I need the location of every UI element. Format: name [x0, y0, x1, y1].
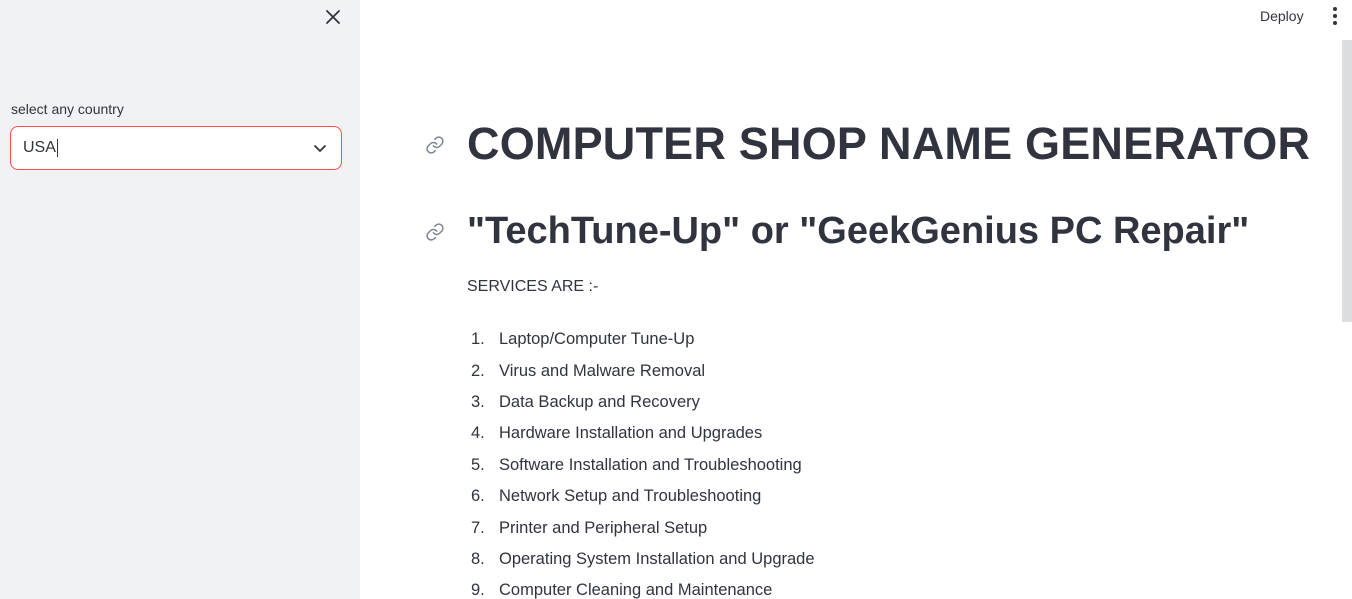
link-icon: [426, 223, 444, 241]
list-item: 7. Printer and Peripheral Setup: [471, 518, 708, 537]
more-vertical-icon: [1333, 7, 1337, 11]
title-anchor-link[interactable]: [423, 133, 447, 157]
services-heading: SERVICES ARE :-: [467, 278, 599, 295]
services-list: 1. Laptop/Computer Tune-Up 2. Virus and Ma…: [467, 324, 815, 599]
link-icon: [426, 136, 444, 154]
close-sidebar-button[interactable]: [321, 5, 345, 29]
list-item: 2. Virus and Malware Removal: [471, 361, 706, 380]
main-menu-button[interactable]: [1325, 5, 1345, 27]
sidebar: select any country USA: [0, 0, 360, 599]
country-select[interactable]: USA: [10, 126, 342, 170]
deploy-button[interactable]: Deploy: [1256, 6, 1308, 26]
main-content: Deploy COMPUTER SHOP NAME GENERATOR "Tec…: [360, 0, 1352, 599]
country-select-value[interactable]: USA: [23, 139, 58, 157]
list-item: 1. Laptop/Computer Tune-Up: [471, 330, 695, 349]
page-subtitle: "TechTune-Up" or "GeekGenius PC Repair": [467, 210, 1250, 252]
list-item: 3. Data Backup and Recovery: [471, 392, 700, 411]
list-item: 4. Hardware Installation and Upgrades: [471, 424, 763, 443]
list-item: 5. Software Installation and Troubleshoot…: [471, 455, 802, 474]
scrollbar[interactable]: [1342, 40, 1352, 322]
subtitle-anchor-link[interactable]: [423, 220, 447, 244]
chevron-down-icon[interactable]: [311, 139, 329, 157]
close-icon: [326, 10, 340, 24]
list-item: 9. Computer Cleaning and Maintenance: [471, 581, 773, 599]
page-title: COMPUTER SHOP NAME GENERATOR: [467, 118, 1311, 169]
list-item: 6. Network Setup and Troubleshooting: [471, 487, 762, 506]
list-item: 8. Operating System Installation and Upgr…: [471, 549, 815, 568]
country-select-label: select any country: [11, 101, 124, 117]
